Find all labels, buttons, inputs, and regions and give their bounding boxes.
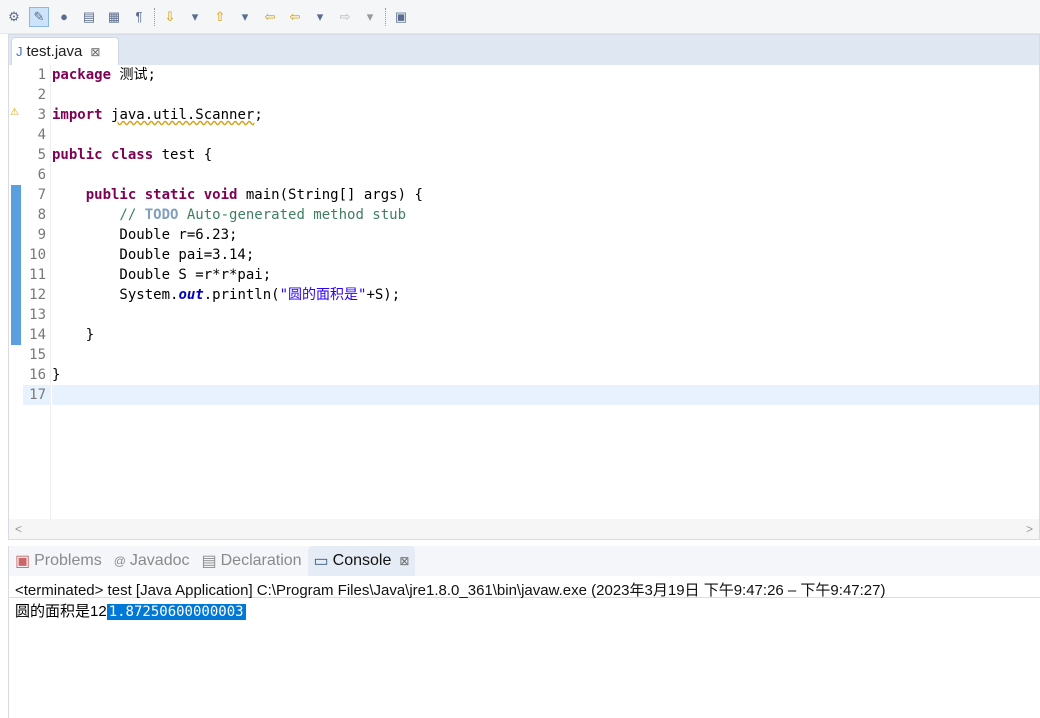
line-number: 13 xyxy=(29,307,46,323)
current-line xyxy=(52,385,1039,405)
code-token: 测试; xyxy=(111,67,156,83)
tab-label: Problems xyxy=(34,552,102,569)
code-line: Double r=6.23; xyxy=(52,227,238,243)
code-token: test { xyxy=(153,147,213,163)
console-output[interactable]: 圆的面积是12 1.87250600000003 xyxy=(9,598,1040,623)
pin-editor-icon[interactable]: ▣ xyxy=(391,7,411,27)
tab-test-java[interactable]: J test.java ⊠ xyxy=(11,37,119,65)
java-file-icon: J xyxy=(16,44,23,59)
code-line: } xyxy=(52,367,61,383)
code-token: public static void xyxy=(52,187,238,203)
word-wrap-icon[interactable]: ▦ xyxy=(104,7,124,27)
line-number: 6 xyxy=(37,167,46,183)
code-token: System. xyxy=(52,287,179,303)
code-token: "圆的面积是" xyxy=(279,287,367,303)
mark-occurrences-icon[interactable]: ✎ xyxy=(29,6,49,27)
line-number: 17 xyxy=(23,385,50,405)
line-number: 8 xyxy=(37,207,46,223)
code-token: TODO xyxy=(144,207,179,223)
line-number: 14 xyxy=(29,327,46,343)
code-token: public class xyxy=(52,147,154,163)
close-icon[interactable]: ⊠ xyxy=(90,45,100,59)
close-icon[interactable]: ⊠ xyxy=(399,554,409,568)
problems-icon: ▣ xyxy=(15,553,31,570)
dropdown-icon[interactable]: ▾ xyxy=(360,7,380,27)
line-number: 16 xyxy=(29,367,46,383)
line-numbers: 1 2 3 4 5 6 7 8 9 10 11 12 13 14 15 16 17 xyxy=(23,65,51,519)
code-token: ; xyxy=(254,107,263,123)
toolbar: ⚙ ✎ ● ▤ ▦ ¶ ⇩ ▾ ⇧ ▾ ⇦ ⇦ ▾ ⇨ ▾ ▣ xyxy=(0,0,1040,34)
code-token: .println( xyxy=(203,287,280,303)
declaration-icon: ▤ xyxy=(201,553,217,570)
code-line: } xyxy=(52,327,95,343)
code-area[interactable]: package 测试; import java.util.Scanner; pu… xyxy=(52,65,1039,519)
dropdown-icon[interactable]: ▾ xyxy=(310,7,330,27)
prev-annotation-icon[interactable]: ⇧ xyxy=(210,7,230,27)
code-token: +S); xyxy=(366,287,401,303)
tab-label: Javadoc xyxy=(129,552,190,569)
warning-icon[interactable]: ⚠ xyxy=(10,107,19,118)
scroll-left-icon[interactable]: < xyxy=(15,522,22,536)
editor-tabbar: J test.java ⊠ xyxy=(9,35,1039,65)
javadoc-icon: @ xyxy=(113,554,126,568)
code-token: import xyxy=(52,107,103,123)
code-token: out xyxy=(178,287,204,303)
tab-label: test.java xyxy=(26,43,83,60)
dropdown-icon[interactable]: ▾ xyxy=(185,7,205,27)
code-token: java.util.Scanner xyxy=(111,107,255,123)
tab-problems[interactable]: ▣ Problems xyxy=(9,546,108,576)
horizontal-scrollbar[interactable]: < > xyxy=(9,519,1039,539)
tab-declaration[interactable]: ▤ Declaration xyxy=(195,546,307,576)
block-selection-icon[interactable]: ▤ xyxy=(79,7,99,27)
editor: J test.java ⊠ ⚠ 1 2 3 4 5 6 7 8 9 10 11 12 13 14 15 16 1… xyxy=(8,34,1040,540)
line-number: 15 xyxy=(29,347,46,363)
tab-label: Console xyxy=(332,552,392,569)
line-number: 4 xyxy=(37,127,46,143)
last-edit-icon[interactable]: ⇦ xyxy=(260,7,280,27)
annotation-ruler: ⚠ xyxy=(9,65,23,519)
output-text: 圆的面积是12 xyxy=(15,603,107,620)
code-line: Double pai=3.14; xyxy=(52,247,255,263)
code-token: main(String[] args) { xyxy=(237,187,423,203)
code-line: Double S =r*r*pai; xyxy=(52,267,272,283)
line-number: 2 xyxy=(37,87,46,103)
console-icon: ▭ xyxy=(313,553,329,570)
line-number: 11 xyxy=(29,267,46,283)
console-status: <terminated> test [Java Application] C:\… xyxy=(9,576,1040,599)
tab-javadoc[interactable]: @ Javadoc xyxy=(108,546,196,576)
line-number: 5 xyxy=(37,147,46,163)
line-number: 3 xyxy=(37,107,46,123)
code-token: // xyxy=(52,207,145,223)
next-annotation-icon[interactable]: ⇩ xyxy=(160,7,180,27)
forward-icon[interactable]: ⇨ xyxy=(335,7,355,27)
change-range-bar xyxy=(11,185,21,345)
scroll-right-icon[interactable]: > xyxy=(1026,522,1033,536)
debug-icon[interactable]: ⚙ xyxy=(4,7,24,27)
whitespace-icon[interactable]: ¶ xyxy=(129,7,149,27)
line-number: 10 xyxy=(29,247,46,263)
views-tabbar: ▣ Problems @ Javadoc ▤ Declaration ▭ Console… xyxy=(9,546,1040,576)
line-number: 12 xyxy=(29,287,46,303)
line-number: 7 xyxy=(37,187,46,203)
separator xyxy=(385,7,386,26)
line-number: 1 xyxy=(37,67,46,83)
views-panel: ▣ Problems @ Javadoc ▤ Declaration ▭ Console… xyxy=(8,546,1040,718)
tab-console[interactable]: ▭ Console ⊠ xyxy=(307,546,416,576)
toggle-breadcrumb-icon[interactable]: ● xyxy=(54,7,74,27)
selected-output-text[interactable]: 1.87250600000003 xyxy=(106,604,246,620)
tab-label: Declaration xyxy=(220,552,302,569)
line-number: 9 xyxy=(37,227,46,243)
dropdown-icon[interactable]: ▾ xyxy=(235,7,255,27)
separator xyxy=(154,7,155,26)
back-icon[interactable]: ⇦ xyxy=(285,7,305,27)
code-token: Auto-generated method stub xyxy=(178,207,407,223)
code-token: package xyxy=(52,67,112,83)
